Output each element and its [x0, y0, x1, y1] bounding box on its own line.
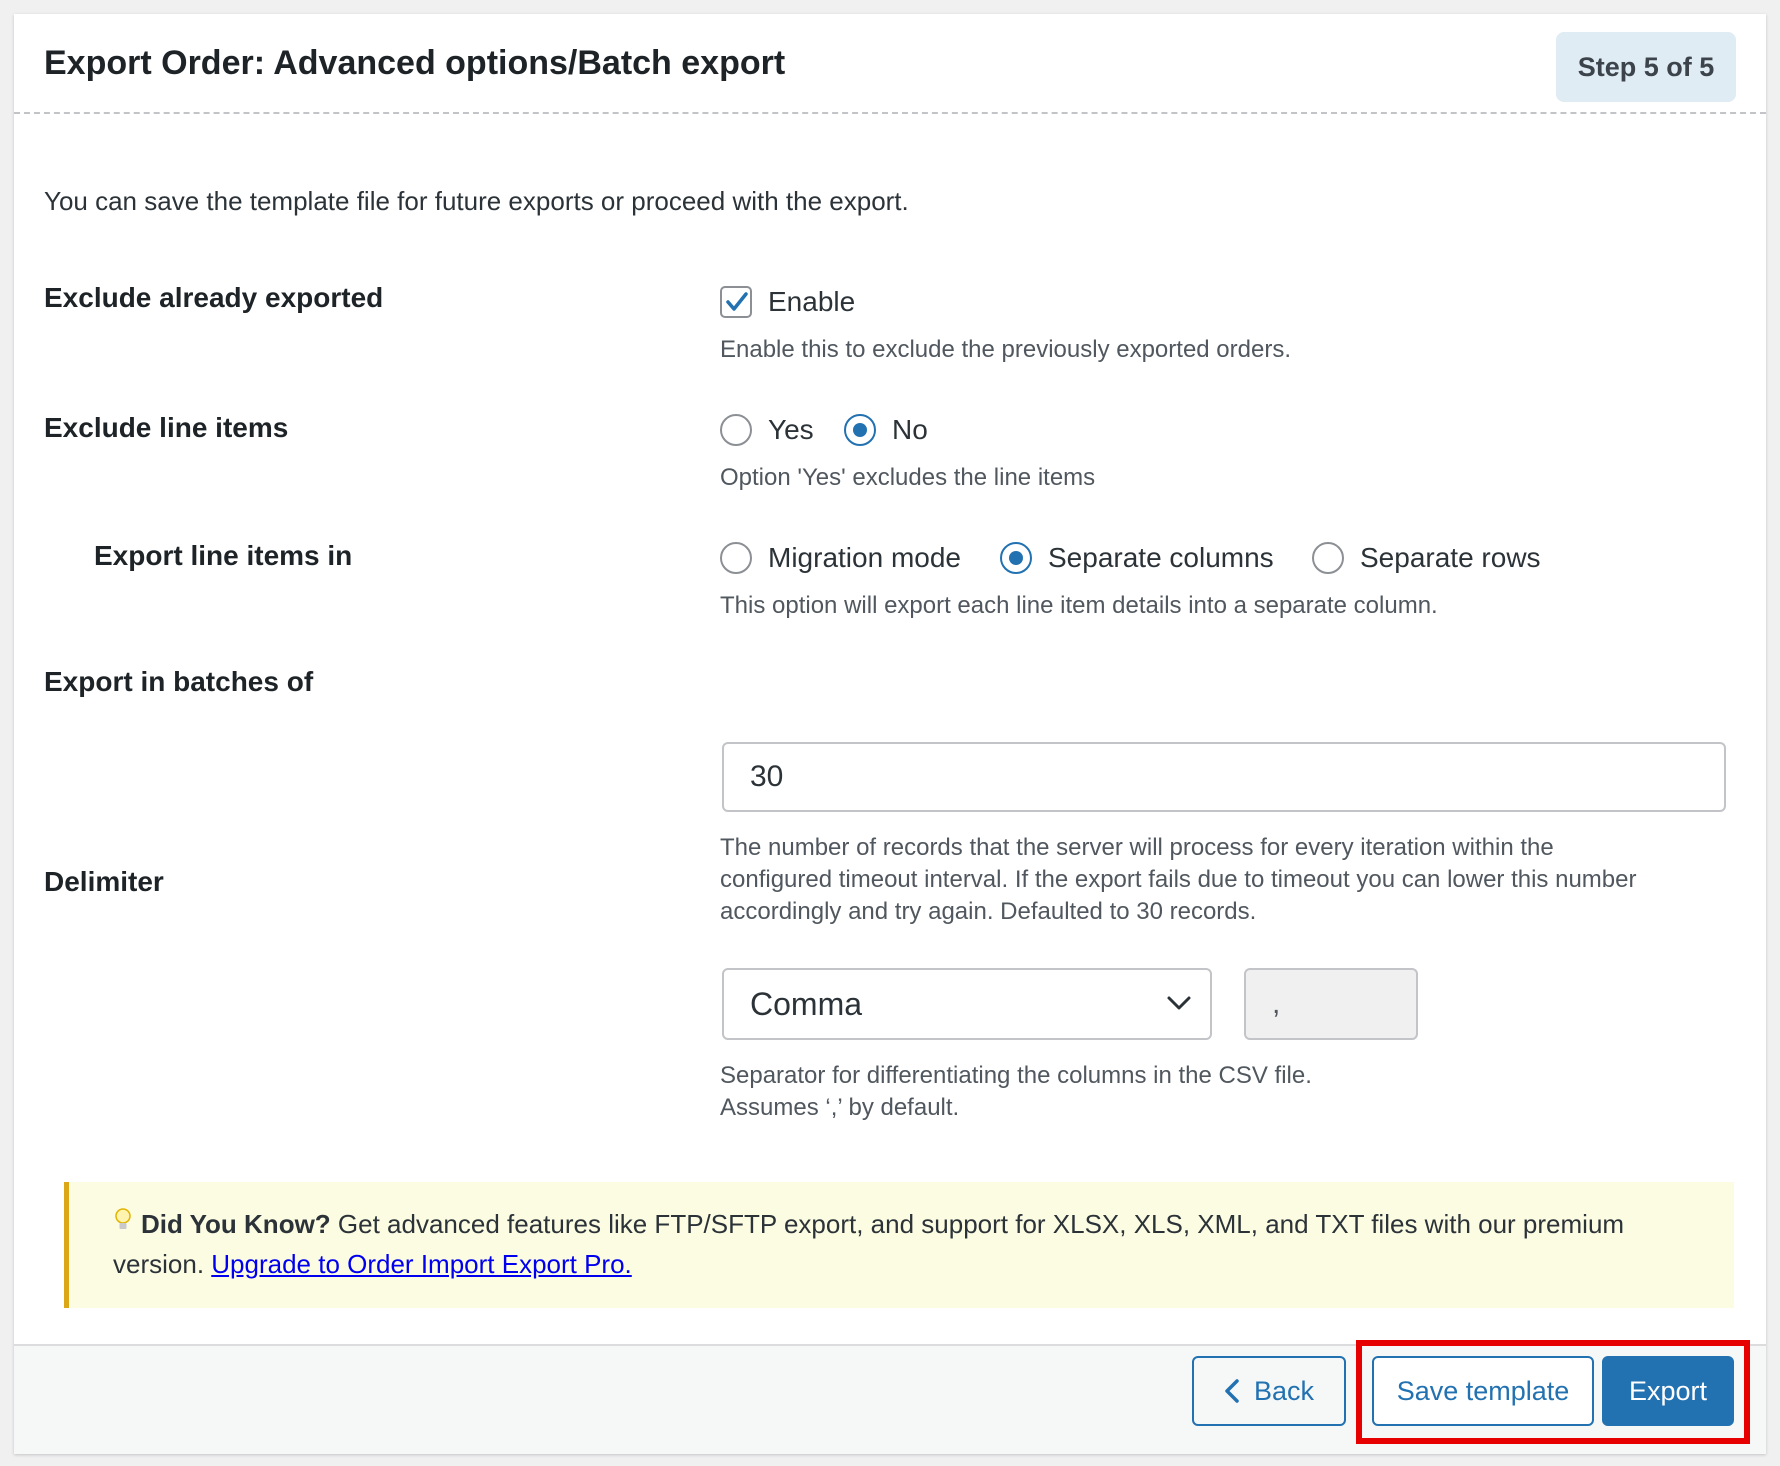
- exclude-exported-checkbox[interactable]: [720, 286, 752, 318]
- upgrade-link[interactable]: Upgrade to Order Import Export Pro.: [211, 1249, 632, 1279]
- enable-checkbox-label[interactable]: Enable: [768, 286, 855, 318]
- highlight-box: [1356, 1340, 1750, 1444]
- panel-header: Export Order: Advanced options/Batch exp…: [14, 14, 1766, 114]
- separate-rows-label[interactable]: Separate rows: [1360, 542, 1541, 574]
- delimiter-char-field: ,: [1244, 968, 1418, 1040]
- batch-description-line: The number of records that the server wi…: [720, 834, 1554, 861]
- exclude-line-items-yes-radio[interactable]: [720, 414, 752, 446]
- separate-columns-radio[interactable]: [1000, 542, 1032, 574]
- checkmark-icon: [726, 292, 748, 311]
- exclude-line-items-description: Option 'Yes' excludes the line items: [720, 464, 1096, 491]
- migration-mode-label[interactable]: Migration mode: [768, 542, 961, 574]
- chevron-left-icon: [1225, 1379, 1239, 1403]
- delimiter-description: Separator for differentiating the column…: [720, 1060, 1312, 1124]
- exclude-line-items-no-radio[interactable]: [844, 414, 876, 446]
- back-button-label: Back: [1253, 1375, 1315, 1406]
- back-button[interactable]: Back: [1192, 1356, 1346, 1426]
- delimiter-description-line: Separator for differentiating the column…: [720, 1062, 1312, 1089]
- exclude-exported-description: Enable this to exclude the previously ex…: [720, 336, 1291, 363]
- separate-rows-radio[interactable]: [1312, 542, 1344, 574]
- delimiter-select[interactable]: Comma: [722, 968, 1212, 1040]
- exclude-line-items-yes-label[interactable]: Yes: [768, 414, 814, 446]
- intro-text: You can save the template file for futur…: [44, 186, 909, 216]
- lightbulb-icon: [113, 1204, 135, 1244]
- batch-description-line: configured timeout interval. If the expo…: [720, 866, 1637, 893]
- page-title: Export Order: Advanced options/Batch exp…: [44, 44, 786, 82]
- exclude-line-items-no-label[interactable]: No: [892, 414, 928, 446]
- delimiter-selected-value: Comma: [750, 985, 863, 1022]
- export-line-items-in-label: Export line items in: [94, 540, 353, 571]
- exclude-exported-label: Exclude already exported: [44, 282, 384, 313]
- migration-mode-radio[interactable]: [720, 542, 752, 574]
- export-panel: Export Order: Advanced options/Batch exp…: [14, 14, 1766, 1454]
- chevron-down-icon: [1167, 996, 1191, 1010]
- notice-heading: Did You Know?: [141, 1209, 331, 1239]
- separate-columns-label[interactable]: Separate columns: [1048, 542, 1274, 574]
- batch-size-input[interactable]: 30: [722, 742, 1726, 812]
- did-you-know-notice: Did You Know? Get advanced features like…: [64, 1182, 1734, 1308]
- delimiter-label: Delimiter: [44, 866, 164, 897]
- exclude-line-items-label: Exclude line items: [44, 412, 289, 443]
- batch-size-description: The number of records that the server wi…: [720, 832, 1636, 928]
- export-line-items-in-description: This option will export each line item d…: [720, 592, 1438, 619]
- delimiter-description-line: Assumes ‘,’ by default.: [720, 1094, 960, 1121]
- batch-description-line: accordingly and try again. Defaulted to …: [720, 898, 1257, 925]
- step-badge: Step 5 of 5: [1556, 32, 1736, 102]
- batch-size-label: Export in batches of: [44, 666, 314, 697]
